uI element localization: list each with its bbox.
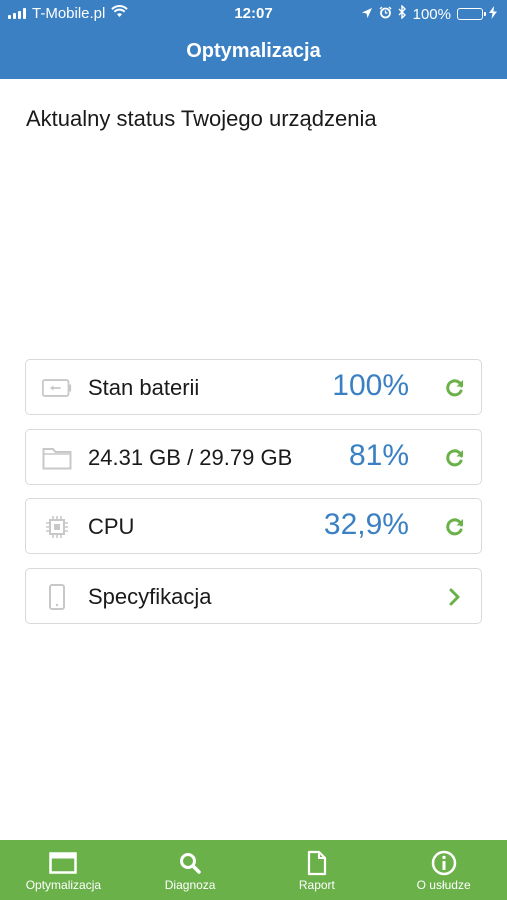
folder-icon [42,444,72,472]
tab-label: Optymalizacja [25,878,102,892]
bluetooth-icon [398,4,407,23]
tab-bar: Optymalizacja Diagnoza Raport O usłudze [0,840,507,900]
status-bar: T-Mobile.pl 12:07 100% [0,0,507,28]
card-value: 100% [332,369,409,402]
card-label: Stan baterii [88,375,200,400]
phone-icon [42,583,72,611]
tab-optymalizacja[interactable]: Optymalizacja [0,840,127,900]
card-label: 24.31 GB / 29.79 GB [88,445,293,470]
section-heading: Aktualny status Twojego urządzenia [26,106,377,131]
refresh-icon[interactable] [443,376,467,400]
card-label: CPU [88,514,135,539]
battery-status-card[interactable]: Stan baterii 100% [25,359,482,415]
charging-icon [489,5,497,23]
refresh-icon[interactable] [443,515,467,539]
tab-diagnoza[interactable]: Diagnoza [127,840,254,900]
chevron-right-icon[interactable] [443,585,467,609]
battery-percent: 100% [412,5,451,23]
storage-status-card[interactable]: 24.31 GB / 29.79 GB 81% [25,429,482,485]
card-value: 81% [348,439,409,472]
page-title: Optymalizacja [186,40,321,62]
specification-card[interactable]: Specyfikacja [25,568,482,624]
location-icon [361,6,373,23]
top-bar: T-Mobile.pl 12:07 100% Optymalizacja [0,0,507,79]
window-icon [49,850,78,876]
document-icon [307,850,327,876]
battery-icon [42,374,72,402]
card-label: Specyfikacja [88,584,212,609]
tab-label: O usłudze [416,878,471,892]
battery-icon [457,8,486,20]
tab-label: Diagnoza [164,878,216,892]
refresh-icon[interactable] [443,446,467,470]
cpu-status-card[interactable]: CPU 32,9% [25,498,482,554]
search-icon [178,850,202,876]
card-value: 32,9% [323,508,409,541]
cpu-icon [42,513,72,541]
alarm-icon [379,5,392,23]
tab-raport[interactable]: Raport [254,840,381,900]
info-icon [431,850,457,876]
tab-o-usludze[interactable]: O usłudze [380,840,507,900]
tab-label: Raport [298,878,335,892]
